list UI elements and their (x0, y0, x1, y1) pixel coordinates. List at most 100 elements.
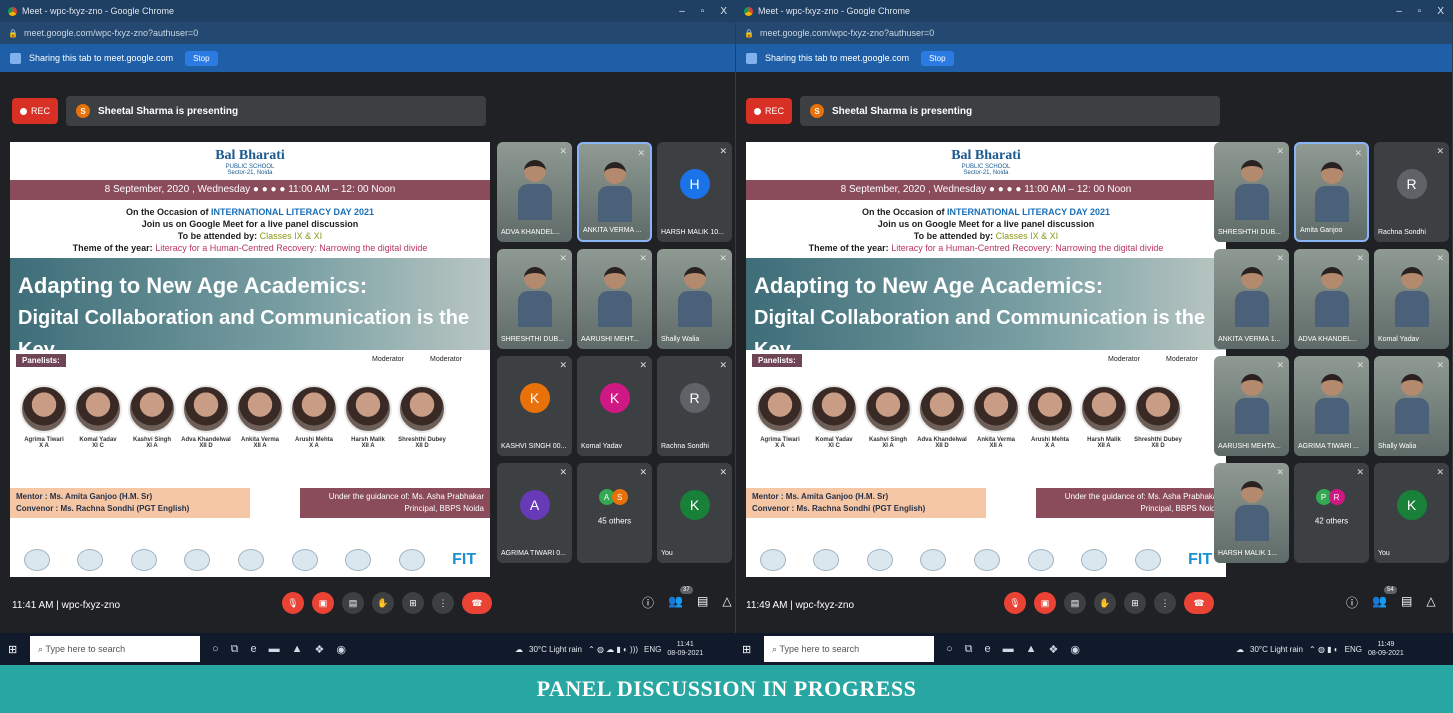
lang-indicator[interactable]: ENG (644, 645, 661, 654)
face-to-faith-logo (130, 548, 157, 571)
panelist-photo (290, 385, 338, 433)
participant-tile[interactable]: ✕ HARSH MALIK 1... (1214, 463, 1289, 563)
url-text[interactable]: meet.google.com/wpc-fxyz-zno?authuser=0 (760, 28, 1444, 38)
participant-tile[interactable]: ✕ Amita Ganjoo (1294, 142, 1369, 242)
participant-tile[interactable]: ✕ AGRIMA TIWARI ... (1294, 356, 1369, 456)
participant-tile[interactable]: ✕ K You (1374, 463, 1449, 563)
participant-tile[interactable]: ✕ K KASHVI SINGH 00... (497, 356, 572, 456)
info-icon[interactable]: ⓘ (1346, 594, 1358, 611)
info-icon[interactable]: ⓘ (642, 594, 654, 611)
meeting-time: 11:49 AM | wpc-fxyz-zno (746, 599, 855, 611)
more-options-button[interactable]: ⋮ (432, 592, 454, 614)
participant-tile[interactable]: ✕ R Rachna Sondhi (1374, 142, 1449, 242)
chat-icon[interactable]: ▤ (697, 594, 708, 611)
sharing-bar: Sharing this tab to meet.google.com Stop (736, 44, 1452, 72)
dropbox-icon[interactable]: ❖ (315, 643, 325, 656)
occasion-event: INTERNATIONAL LITERACY DAY 2021 (946, 207, 1111, 217)
theme-text: Literacy for a Human-Centred Recovery: N… (891, 243, 1164, 253)
mic-muted-icon: ✕ (1436, 253, 1444, 263)
participant-name: SHRESHTHI DUB... (1218, 229, 1282, 236)
captions-button[interactable]: ▤ (1064, 592, 1086, 614)
end-call-button[interactable]: ☎ (1184, 592, 1214, 614)
explorer-icon[interactable]: ▬ (1003, 643, 1014, 656)
edge-icon[interactable]: e (985, 643, 991, 656)
people-icon[interactable]: 👥 37 (668, 586, 693, 611)
tray-icons[interactable]: ⌃ ◍ ☁ ▮ ◐ ))) (588, 645, 638, 654)
chat-icon[interactable]: ▤ (1401, 594, 1412, 611)
participant-tile[interactable]: ✕ Komal Yadav (1374, 249, 1449, 349)
cortana-icon[interactable]: ○ (946, 643, 953, 656)
store-icon[interactable]: ▲ (1026, 643, 1037, 656)
stop-sharing-button[interactable]: Stop (921, 50, 954, 66)
participant-tile[interactable]: ✕ AARUSHI MEHT... (577, 249, 652, 349)
share-tab-icon (746, 52, 757, 64)
address-bar[interactable]: 🔒 meet.google.com/wpc-fxyz-zno?authuser=… (0, 22, 735, 44)
captions-button[interactable]: ▤ (342, 592, 364, 614)
activities-icon[interactable]: △ (1426, 594, 1435, 611)
participant-tile[interactable]: ✕ P R 42 others (1294, 463, 1369, 563)
people-icon[interactable]: 👥 54 (1372, 586, 1397, 611)
taskbar-search[interactable]: ⌕ Type here to search (30, 636, 200, 662)
taskbar-search[interactable]: ⌕ Type here to search (764, 636, 934, 662)
participant-tile[interactable]: ✕ H HARSH MALIK 10... (657, 142, 732, 242)
windows-start-icon[interactable]: ⊞ (8, 643, 20, 656)
participant-tile[interactable]: ✕ ANKITA VERMA 1... (1214, 249, 1289, 349)
panelists-header: Panelists: Moderator Moderator (10, 350, 490, 368)
edge-icon[interactable]: e (251, 643, 257, 656)
chrome-app-icon[interactable]: ◉ (1070, 643, 1080, 656)
camera-off-button[interactable]: ▣ (312, 592, 334, 614)
minimize-icon[interactable]: – (1396, 6, 1402, 17)
participant-tile[interactable]: ✕ R Rachna Sondhi (657, 356, 732, 456)
minimize-icon[interactable]: – (679, 6, 685, 17)
present-button[interactable]: ⊞ (1124, 592, 1146, 614)
moderator-label: Moderator (1166, 356, 1198, 363)
panelist-photo (236, 385, 284, 433)
dropbox-icon[interactable]: ❖ (1049, 643, 1059, 656)
attend-classes: Classes IX & XI (995, 231, 1059, 241)
panelist-photo (972, 385, 1020, 433)
task-view-icon[interactable]: ⧉ (965, 643, 973, 656)
raise-hand-button[interactable]: ✋ (372, 592, 394, 614)
more-options-button[interactable]: ⋮ (1154, 592, 1176, 614)
chrome-app-icon[interactable]: ◉ (336, 643, 346, 656)
task-view-icon[interactable]: ⧉ (231, 643, 239, 656)
chrome-icon (744, 6, 753, 16)
participant-tile[interactable]: ✕ K You (657, 463, 732, 563)
address-bar[interactable]: 🔒 meet.google.com/wpc-fxyz-zno?authuser=… (736, 22, 1452, 44)
maximize-icon[interactable]: ▫ (1418, 6, 1422, 17)
mic-muted-icon: ✕ (637, 148, 645, 158)
cortana-icon[interactable]: ○ (212, 643, 219, 656)
close-icon[interactable]: X (1437, 6, 1444, 17)
participant-tile[interactable]: ✕ Shally Walia (657, 249, 732, 349)
theme-text: Literacy for a Human-Centred Recovery: N… (155, 243, 428, 253)
participant-tile[interactable]: ✕ A AGRIMA TIWARI 0... (497, 463, 572, 563)
participant-tile[interactable]: ✕ AARUSHI MEHTA... (1214, 356, 1289, 456)
present-button[interactable]: ⊞ (402, 592, 424, 614)
windows-start-icon[interactable]: ⊞ (742, 643, 754, 656)
participant-tile[interactable]: ✕ A S 45 others (577, 463, 652, 563)
participant-tile[interactable]: ✕ ADVA KHANDEL... (497, 142, 572, 242)
lang-indicator[interactable]: ENG (1345, 645, 1362, 654)
activities-icon[interactable]: △ (722, 594, 731, 611)
participant-tile[interactable]: ✕ ADVA KHANDEL... (1294, 249, 1369, 349)
explorer-icon[interactable]: ▬ (269, 643, 280, 656)
panelist-row: Agrima Tiwari X A Komal Yadav XI C Kashvi Si… (746, 385, 1226, 465)
participant-tile[interactable]: ✕ ANKITA VERMA ... (577, 142, 652, 242)
tray-icons[interactable]: ⌃ ◍ ▮ ◐ (1309, 645, 1339, 654)
mic-muted-icon: ✕ (1356, 253, 1364, 263)
raise-hand-button[interactable]: ✋ (1094, 592, 1116, 614)
stop-sharing-button[interactable]: Stop (185, 50, 218, 66)
mic-off-button[interactable]: 🎙 (1004, 592, 1026, 614)
mic-off-button[interactable]: 🎙 (282, 592, 304, 614)
camera-off-button[interactable]: ▣ (1034, 592, 1056, 614)
url-text[interactable]: meet.google.com/wpc-fxyz-zno?authuser=0 (24, 28, 727, 38)
participant-tile[interactable]: ✕ K Komal Yadav (577, 356, 652, 456)
participant-tile[interactable]: ✕ SHRESHTHI DUB... (497, 249, 572, 349)
maximize-icon[interactable]: ▫ (701, 6, 705, 17)
close-icon[interactable]: X (720, 6, 727, 17)
participant-tile[interactable]: ✕ Shally Walia (1374, 356, 1449, 456)
school-logo: Bal Bharati PUBLIC SCHOOL Sector-21, Noi… (746, 142, 1226, 180)
participant-tile[interactable]: ✕ SHRESHTHI DUB... (1214, 142, 1289, 242)
store-icon[interactable]: ▲ (292, 643, 303, 656)
end-call-button[interactable]: ☎ (462, 592, 492, 614)
